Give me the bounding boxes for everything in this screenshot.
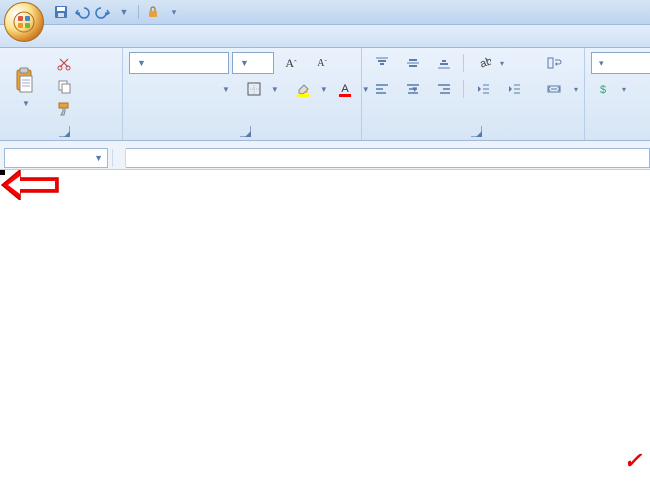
number-format-combo[interactable]: ▾ bbox=[591, 52, 650, 74]
chevron-down-icon: ▼ bbox=[271, 85, 279, 94]
formula-input[interactable] bbox=[126, 148, 650, 168]
separator bbox=[463, 80, 464, 98]
name-box[interactable]: ▼ bbox=[4, 148, 108, 168]
font-size-combo[interactable]: ▼ bbox=[232, 52, 274, 74]
align-bottom-button[interactable] bbox=[430, 52, 458, 74]
decrease-indent-button[interactable] bbox=[469, 78, 497, 100]
align-left-button[interactable] bbox=[368, 78, 396, 100]
wrap-text-button[interactable] bbox=[540, 52, 578, 74]
selection-box bbox=[0, 170, 4, 174]
fill-handle[interactable] bbox=[0, 170, 5, 175]
italic-button[interactable] bbox=[160, 78, 188, 100]
undo-icon[interactable] bbox=[73, 3, 91, 21]
chevron-down-icon: ▼ bbox=[94, 153, 103, 163]
chevron-down-icon: ▾ bbox=[622, 85, 626, 94]
qat-dropdown-icon[interactable]: ▼ bbox=[115, 3, 133, 21]
copy-button[interactable] bbox=[50, 75, 78, 97]
group-number: ▾ $ ▾ bbox=[585, 48, 650, 140]
grow-font-button[interactable]: Aˆ bbox=[277, 52, 305, 74]
align-center-button[interactable] bbox=[399, 78, 427, 100]
align-right-button[interactable] bbox=[430, 78, 458, 100]
save-icon[interactable] bbox=[52, 3, 70, 21]
font-expand[interactable] bbox=[240, 126, 251, 137]
redo-icon[interactable] bbox=[94, 3, 112, 21]
annotation-arrow bbox=[0, 170, 60, 200]
chevron-down-icon: ▾ bbox=[599, 58, 604, 69]
merge-center-button[interactable]: ▾ bbox=[540, 78, 578, 100]
alignment-expand[interactable] bbox=[471, 126, 482, 137]
svg-text:$: $ bbox=[600, 84, 606, 96]
ribbon: ▼ ▼ ▼ bbox=[0, 48, 650, 141]
font-name-combo[interactable]: ▼ bbox=[129, 52, 229, 74]
check-icon: ✓ bbox=[624, 448, 642, 474]
border-button[interactable] bbox=[240, 78, 268, 100]
align-top-button[interactable] bbox=[368, 52, 396, 74]
ext-dropdown-icon[interactable]: ▾ bbox=[165, 3, 183, 21]
watermark: ✓ bbox=[620, 448, 642, 474]
separator bbox=[463, 54, 464, 72]
paste-button[interactable]: ▼ bbox=[6, 52, 46, 122]
chevron-down-icon: ▼ bbox=[137, 58, 146, 68]
orientation-button[interactable]: ab bbox=[469, 52, 497, 74]
office-button[interactable] bbox=[4, 2, 44, 42]
font-color-button[interactable]: A bbox=[331, 78, 359, 100]
chevron-down-icon: ▼ bbox=[22, 99, 30, 108]
align-middle-button[interactable] bbox=[399, 52, 427, 74]
qat-separator bbox=[138, 5, 139, 19]
accounting-format-button[interactable]: $ bbox=[591, 78, 619, 100]
svg-text:ab: ab bbox=[478, 55, 491, 70]
fill-color-button[interactable] bbox=[289, 78, 317, 100]
shrink-font-button[interactable]: Aˇ bbox=[308, 52, 336, 74]
increase-indent-button[interactable] bbox=[500, 78, 528, 100]
group-font: ▼ ▼ Aˆ Aˇ ▼ ▼ ▼ A ▼ ▼ bbox=[123, 48, 362, 140]
bold-button[interactable] bbox=[129, 78, 157, 100]
ribbon-tabs bbox=[0, 25, 650, 48]
chevron-down-icon: ▼ bbox=[240, 58, 249, 68]
svg-text:A: A bbox=[341, 83, 349, 95]
ext-lock-icon[interactable] bbox=[144, 3, 162, 21]
chevron-down-icon: ▼ bbox=[222, 85, 230, 94]
chevron-down-icon: ▼ bbox=[320, 85, 328, 94]
cut-button[interactable] bbox=[50, 52, 78, 74]
quick-access-toolbar: ▼ ▾ bbox=[52, 3, 183, 21]
formula-bar: ▼ bbox=[0, 147, 650, 170]
chevron-down-icon: ▾ bbox=[574, 85, 578, 94]
group-clipboard: ▼ bbox=[0, 48, 123, 140]
format-painter-button[interactable] bbox=[50, 98, 78, 120]
group-alignment: ab ▾ bbox=[362, 48, 585, 140]
clipboard-expand[interactable] bbox=[59, 126, 70, 137]
chevron-down-icon: ▾ bbox=[500, 59, 504, 68]
fx-label[interactable] bbox=[112, 149, 126, 167]
underline-button[interactable] bbox=[191, 78, 219, 100]
percent-button[interactable] bbox=[629, 78, 650, 100]
